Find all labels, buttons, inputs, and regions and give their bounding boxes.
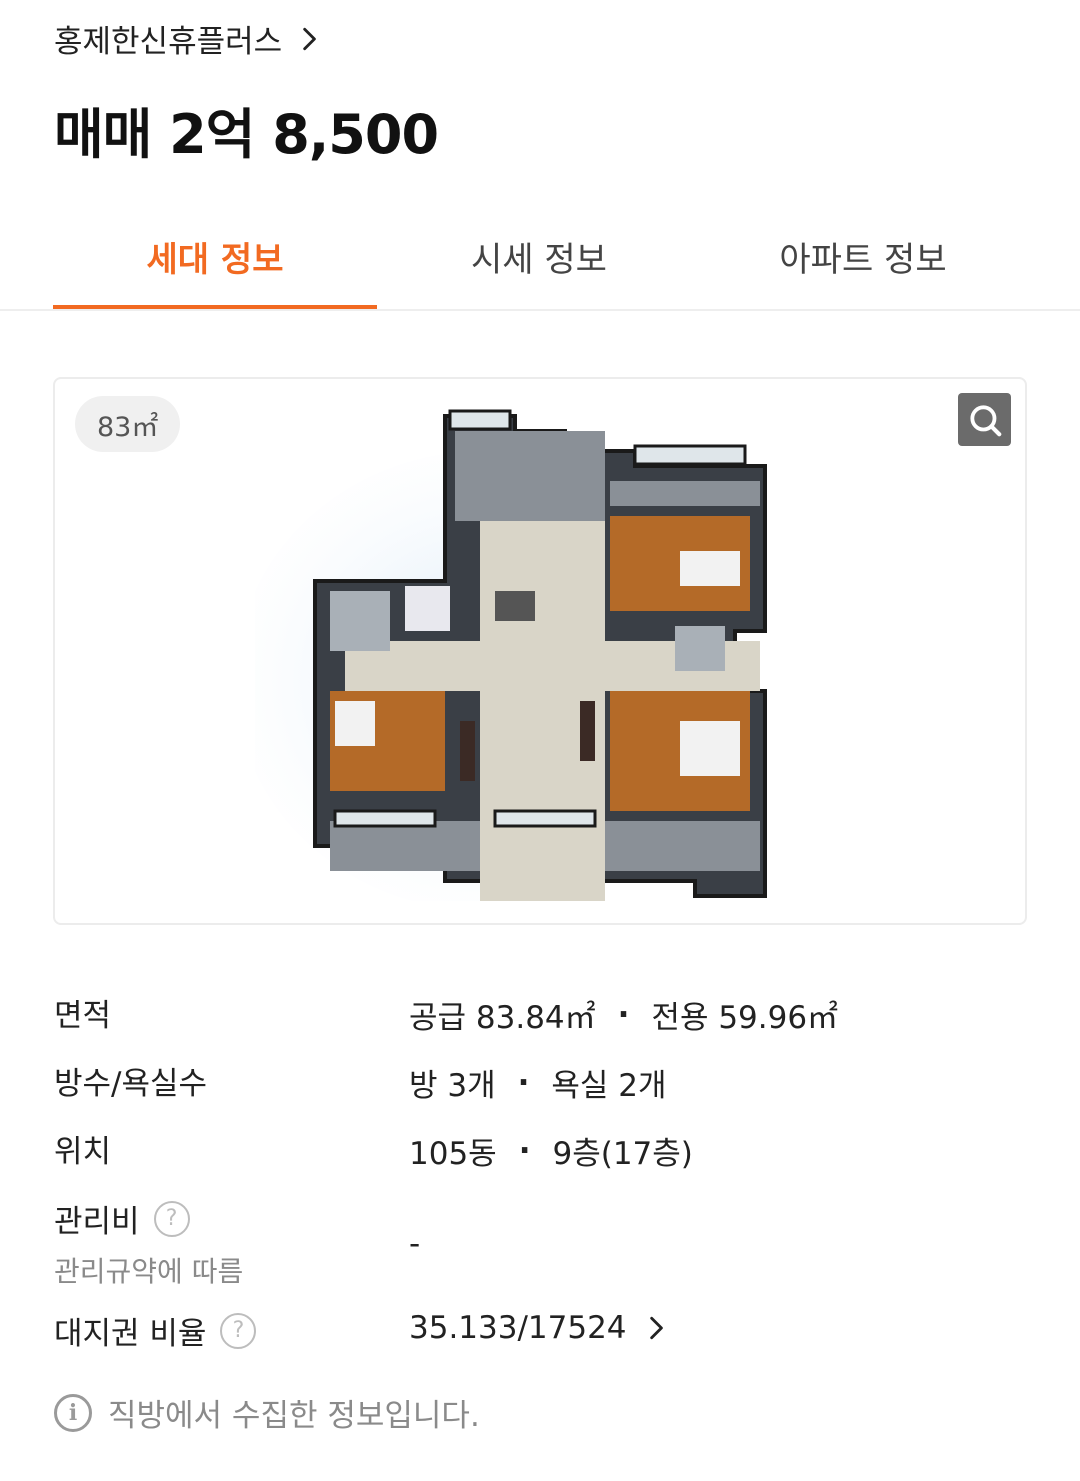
tab-divider xyxy=(0,309,1080,311)
chevron-right-icon[interactable] xyxy=(643,1315,669,1341)
maintenance-label: 관리비 xyxy=(54,1204,140,1240)
bath-count-value: 욕실 2개 xyxy=(551,1068,667,1104)
land-ratio-value: 35.133/17524 xyxy=(409,1310,627,1346)
help-icon[interactable]: ? xyxy=(220,1312,257,1349)
chevron-right-icon xyxy=(303,27,316,50)
separator-dot: · xyxy=(517,1064,530,1101)
room-count-value: 방 3개 xyxy=(409,1068,496,1104)
tab-unit-info[interactable]: 세대 정보 xyxy=(53,218,377,310)
zoom-button[interactable] xyxy=(958,393,1011,446)
building-value: 105동 xyxy=(409,1136,497,1172)
location-label: 위치 xyxy=(54,1134,112,1170)
maintenance-value: - xyxy=(409,1226,421,1262)
maintenance-sublabel: 관리규약에 따름 xyxy=(54,1255,244,1288)
tab-apartment-info[interactable]: 아파트 정보 xyxy=(701,218,1025,310)
floor-plan-card[interactable]: 83㎡ xyxy=(53,377,1027,925)
tab-label: 세대 정보 xyxy=(146,240,284,280)
area-label: 면적 xyxy=(54,998,112,1034)
tab-bar: 세대 정보 시세 정보 아파트 정보 xyxy=(53,218,1025,310)
tab-market-price[interactable]: 시세 정보 xyxy=(377,218,701,310)
complex-name-link[interactable]: 홍제한신휴플러스 xyxy=(54,16,322,61)
supply-area-value: 공급 83.84㎡ xyxy=(409,1000,596,1036)
price-title: 매매 2억 8,500 xyxy=(54,103,439,166)
exclusive-area-value: 전용 59.96㎡ xyxy=(651,1000,839,1036)
floor-plan-image xyxy=(255,409,767,901)
area-badge: 83㎡ xyxy=(75,396,181,452)
tab-label: 시세 정보 xyxy=(471,240,607,280)
land-ratio-label: 대지권 비율 xyxy=(54,1316,207,1352)
floor-value: 9층(17층) xyxy=(552,1136,693,1172)
source-note: i 직방에서 수집한 정보입니다. xyxy=(54,1390,480,1435)
source-note-text: 직방에서 수집한 정보입니다. xyxy=(108,1398,480,1434)
search-icon xyxy=(969,404,1001,436)
tab-label: 아파트 정보 xyxy=(779,240,947,280)
rooms-label: 방수/욕실수 xyxy=(54,1066,208,1102)
help-icon[interactable]: ? xyxy=(153,1200,190,1237)
separator-dot: · xyxy=(518,1132,531,1169)
complex-name: 홍제한신휴플러스 xyxy=(54,24,283,60)
info-icon: i xyxy=(54,1393,92,1432)
separator-dot: · xyxy=(617,996,630,1033)
